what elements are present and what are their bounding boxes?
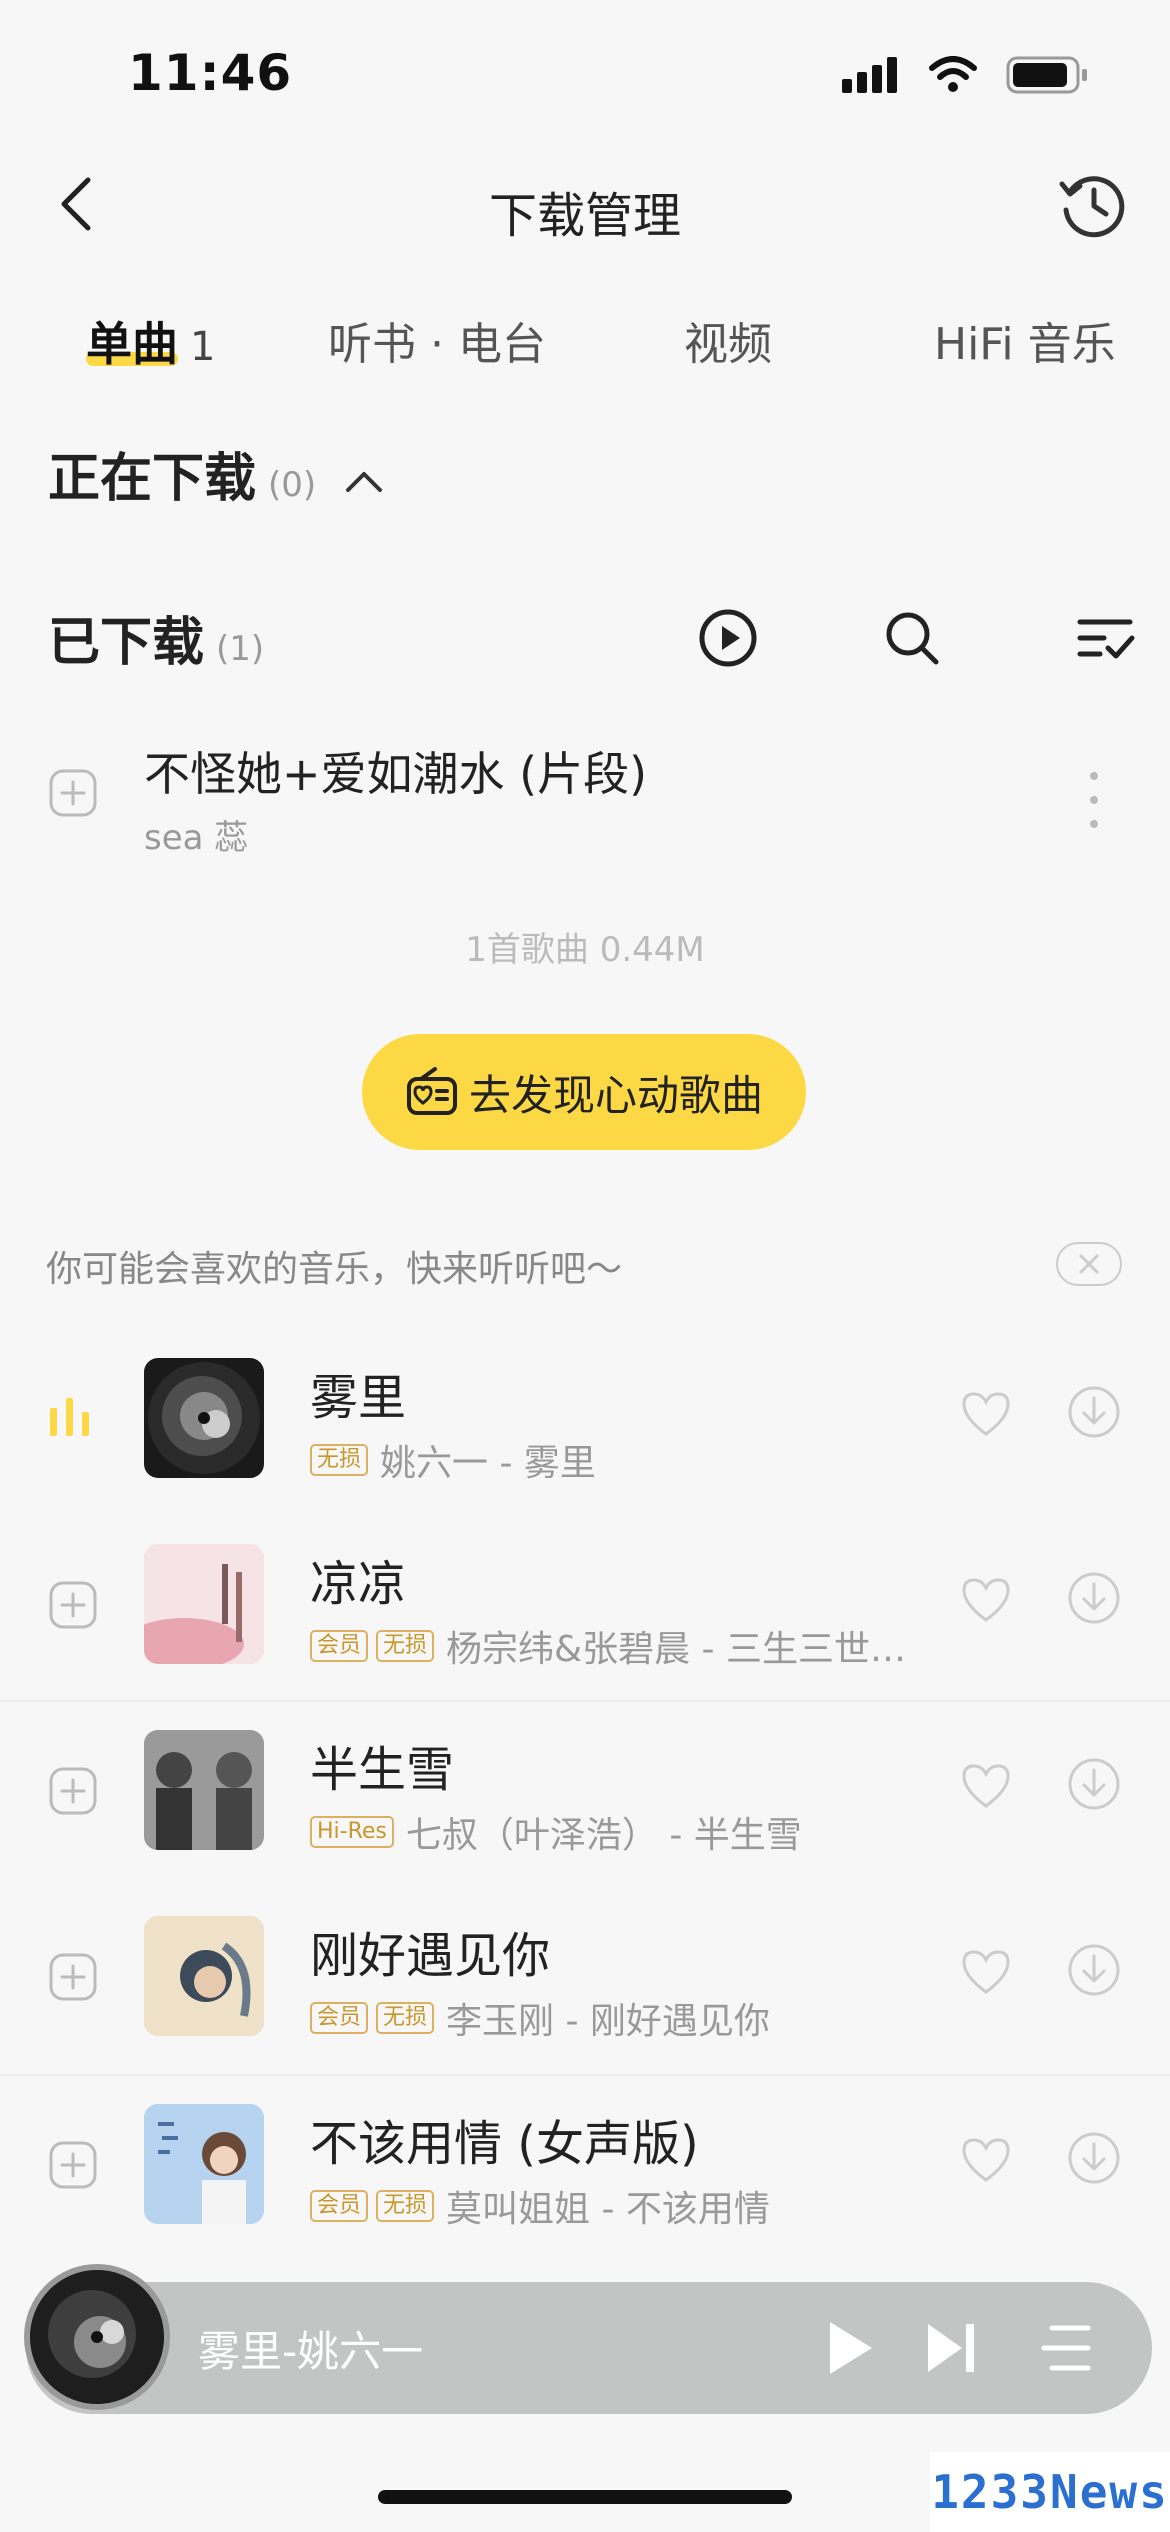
- lossless-badge: 无损: [310, 1444, 369, 1476]
- chevron-up-icon: [346, 472, 383, 492]
- next-track-icon[interactable]: [922, 2318, 982, 2378]
- status-icons: [842, 56, 1090, 94]
- downloading-header[interactable]: 正在下载 (0): [48, 436, 384, 511]
- song-subtitle: 李玉刚 - 刚好遇见你: [446, 2001, 770, 2042]
- close-recommend-button[interactable]: [1056, 1242, 1122, 1286]
- downloaded-header: 已下载 (1): [48, 600, 264, 675]
- song-title: 凉凉: [310, 1556, 407, 1612]
- song-meta: 会员 无损 杨宗纬&张碧晨 - 三生三世…: [310, 1620, 906, 1672]
- album-cover: [144, 2104, 264, 2224]
- album-cover: [144, 1916, 264, 2036]
- song-subtitle: 莫叫姐姐 - 不该用情: [446, 2189, 770, 2230]
- downloading-title: 正在下载: [48, 449, 257, 509]
- lossless-badge: 无损: [376, 2002, 435, 2034]
- add-to-playlist-icon[interactable]: [48, 1952, 98, 2002]
- lossless-badge: 无损: [376, 1630, 435, 1662]
- page-title: 下载管理: [488, 188, 681, 244]
- recommend-row[interactable]: 凉凉 会员 无损 杨宗纬&张碧晨 - 三生三世…: [0, 1518, 1170, 1704]
- recommend-row[interactable]: 刚好遇见你 会员 无损 李玉刚 - 刚好遇见你: [0, 1890, 1170, 2076]
- manage-list-icon[interactable]: [1074, 606, 1138, 670]
- heart-icon[interactable]: [958, 2132, 1014, 2188]
- watermark: 1233News: [930, 2452, 1170, 2532]
- history-icon[interactable]: [1058, 170, 1128, 240]
- vip-badge: 会员: [310, 2002, 369, 2034]
- song-subtitle: 七叔（叶泽浩） - 半生雪: [405, 1815, 802, 1856]
- radio-heart-icon: [406, 1067, 457, 1115]
- tab-count: 1: [190, 324, 216, 370]
- search-icon[interactable]: [880, 606, 944, 670]
- song-subtitle: 姚六一 - 雾里: [380, 1443, 596, 1484]
- downloaded-title: 已下载: [48, 613, 205, 673]
- tab-label: 单曲: [86, 317, 178, 371]
- recommend-row[interactable]: 雾里 无损 姚六一 - 雾里: [0, 1332, 1170, 1518]
- wifi-icon: [929, 56, 977, 92]
- battery-icon: [1006, 56, 1087, 94]
- lossless-badge: 无损: [376, 2190, 435, 2222]
- song-title: 不该用情 (女声版): [310, 2116, 699, 2172]
- add-to-playlist-icon[interactable]: [48, 1580, 98, 1630]
- downloaded-song-row[interactable]: 不怪她+爱如潮水 (片段) sea 蕊: [0, 720, 1170, 890]
- add-to-playlist-icon[interactable]: [48, 2140, 98, 2190]
- add-to-playlist-icon[interactable]: [48, 768, 98, 818]
- song-title: 雾里: [310, 1370, 407, 1426]
- heart-icon[interactable]: [958, 1386, 1014, 1442]
- tab-audiobook-radio[interactable]: 听书 · 电台: [328, 308, 546, 372]
- close-icon: [1079, 1254, 1099, 1274]
- heart-icon[interactable]: [958, 1758, 1014, 1814]
- vip-badge: 会员: [310, 1630, 369, 1662]
- download-icon[interactable]: [1066, 1756, 1122, 1812]
- downloaded-count: (1): [216, 629, 265, 669]
- recommend-row[interactable]: 不该用情 (女声版) 会员 无损 莫叫姐姐 - 不该用情: [0, 2078, 1170, 2264]
- download-icon[interactable]: [1066, 1942, 1122, 1998]
- download-icon[interactable]: [1066, 2130, 1122, 2186]
- discover-songs-button[interactable]: 去发现心动歌曲: [362, 1034, 806, 1150]
- song-title: 刚好遇见你: [310, 1928, 551, 1984]
- tab-hifi-music[interactable]: HiFi 音乐: [934, 308, 1116, 372]
- song-artist: sea 蕊: [144, 818, 249, 858]
- download-summary: 1首歌曲 0.44M: [465, 930, 705, 970]
- tab-singles[interactable]: 单曲 1: [86, 308, 215, 374]
- nav-bar: 下载管理: [0, 150, 1170, 260]
- hi-res-badge: Hi-Res: [310, 1816, 394, 1848]
- now-playing-text: 雾里-姚六一: [198, 2327, 424, 2376]
- home-indicator: [378, 2490, 792, 2504]
- heart-icon[interactable]: [958, 1572, 1014, 1628]
- song-meta: 无损 姚六一 - 雾里: [310, 1434, 596, 1486]
- play-all-icon[interactable]: [696, 606, 760, 670]
- song-subtitle: 杨宗纬&张碧晨 - 三生三世…: [446, 1629, 906, 1670]
- download-icon[interactable]: [1066, 1570, 1122, 1626]
- status-bar: 11:46: [0, 0, 1170, 140]
- recommend-header: 你可能会喜欢的音乐，快来听听吧～: [46, 1249, 623, 1290]
- more-options-icon[interactable]: [1074, 760, 1114, 840]
- tab-video[interactable]: 视频: [684, 308, 772, 372]
- download-icon[interactable]: [1066, 1384, 1122, 1440]
- player-album-disc[interactable]: [24, 2264, 170, 2410]
- song-title: 不怪她+爱如潮水 (片段): [144, 747, 648, 801]
- vip-badge: 会员: [310, 2190, 369, 2222]
- downloading-section: 正在下载 (0): [0, 400, 1170, 540]
- heart-icon[interactable]: [958, 1944, 1014, 2000]
- status-time: 11:46: [128, 44, 293, 102]
- now-playing-bars-icon: [50, 1398, 89, 1436]
- song-meta: Hi-Res 七叔（叶泽浩） - 半生雪: [310, 1806, 802, 1858]
- play-icon[interactable]: [816, 2316, 880, 2380]
- album-cover: [144, 1544, 264, 1664]
- downloading-count: (0): [268, 465, 317, 505]
- album-cover: [144, 1358, 264, 1478]
- song-meta: 会员 无损 李玉刚 - 刚好遇见你: [310, 1992, 770, 2044]
- album-cover: [144, 1730, 264, 1850]
- song-meta: 会员 无损 莫叫姐姐 - 不该用情: [310, 2180, 770, 2232]
- recommend-row[interactable]: 半生雪 Hi-Res 七叔（叶泽浩） - 半生雪: [0, 1704, 1170, 1890]
- song-title: 半生雪: [310, 1742, 455, 1798]
- cellular-signal-icon: [842, 57, 897, 93]
- add-to-playlist-icon[interactable]: [48, 1766, 98, 1816]
- tab-bar: 单曲 1 听书 · 电台 视频 HiFi 音乐: [0, 300, 1170, 390]
- row-divider: [0, 1700, 1170, 1702]
- playlist-icon[interactable]: [1038, 2322, 1094, 2376]
- row-divider: [0, 2074, 1170, 2076]
- mini-player[interactable]: 雾里-姚六一: [26, 2282, 1152, 2414]
- discover-label: 去发现心动歌曲: [468, 1070, 763, 1120]
